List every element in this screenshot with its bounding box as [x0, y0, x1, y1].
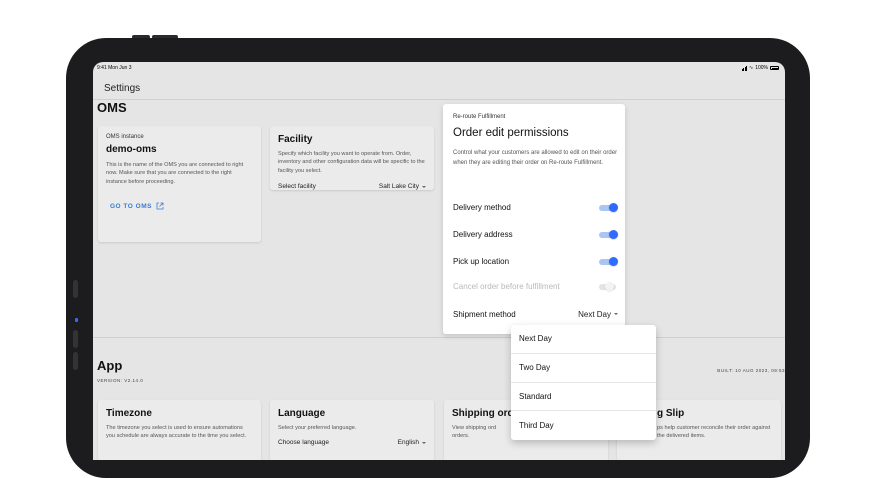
facility-select-label: Select facility — [278, 183, 316, 191]
app-section-title: App — [97, 358, 123, 373]
camera-indicator — [75, 318, 78, 322]
language-select-label: Choose language — [278, 439, 329, 447]
order-edit-permissions-card: Re-route Fulfillment Order edit permissi… — [443, 104, 625, 334]
signal-icon — [741, 65, 747, 71]
shipment-method-select[interactable]: Shipment method Next Day — [453, 306, 618, 322]
language-select[interactable]: Choose language English — [278, 439, 426, 446]
toggle-label: Delivery address — [453, 229, 513, 239]
shipping-orders-desc: View shipping ord orders. — [452, 425, 497, 440]
packing-slip-title: g Slip — [657, 408, 685, 419]
oms-instance-desc: This is the name of the OMS you are conn… — [106, 162, 244, 185]
facility-select[interactable]: Select facility Salt Lake City — [278, 183, 426, 190]
status-time: 9:41 — [97, 65, 107, 71]
chevron-down-icon — [422, 185, 426, 188]
timezone-card: Timezone The timezone you select is used… — [98, 400, 261, 460]
status-bar: 9:41 Mon Jun 3 ∿ 100% — [93, 62, 785, 74]
toggle-label: Delivery method — [453, 202, 511, 212]
language-card: Language Select your preferred language.… — [270, 400, 434, 460]
shipment-method-label: Shipment method — [453, 309, 516, 319]
menu-item-next-day[interactable]: Next Day — [511, 325, 656, 354]
oms-instance-card: OMS instance demo-oms This is the name o… — [98, 126, 261, 242]
delivery-address-toggle[interactable] — [599, 230, 618, 239]
status-time-date: 9:41 Mon Jun 3 — [97, 65, 131, 71]
go-to-oms-link[interactable]: GO TO OMS — [110, 202, 253, 210]
chevron-down-icon — [614, 313, 618, 315]
delivery-method-toggle[interactable] — [599, 203, 618, 212]
language-title: Language — [278, 408, 326, 419]
status-date: Mon Jun 3 — [108, 65, 132, 71]
chevron-down-icon — [422, 441, 426, 444]
toggle-label: Cancel order before fulfillment — [453, 281, 560, 291]
battery-percent: 100% — [755, 65, 768, 71]
side-button — [73, 330, 78, 348]
app-build-date: BUILT: 10 AUG 2023, 09:53 — [717, 368, 785, 373]
toggle-row-delivery-address[interactable]: Delivery address — [453, 226, 618, 242]
oms-section-title: OMS — [97, 100, 127, 115]
shipment-method-value-wrap: Next Day — [578, 310, 618, 319]
app-screen: 9:41 Mon Jun 3 ∿ 100% Settings OMS OMS i… — [93, 62, 785, 460]
facility-title: Facility — [278, 134, 313, 145]
reroute-desc: Control what your customers are allowed … — [453, 150, 618, 166]
menu-item-two-day[interactable]: Two Day — [511, 354, 656, 383]
battery-icon — [770, 66, 779, 70]
status-indicators: ∿ 100% — [741, 65, 779, 71]
toggle-row-cancel-order: Cancel order before fulfillment — [453, 278, 618, 294]
reroute-title: Order edit permissions — [453, 127, 569, 139]
cancel-order-toggle — [599, 282, 618, 291]
timezone-desc: The timezone you select is used to ensur… — [106, 425, 247, 440]
app-version: VERSION: V2.14.0 — [97, 378, 144, 383]
language-select-value-wrap: English — [398, 439, 426, 446]
page-title: Settings — [104, 83, 141, 94]
toggle-row-delivery-method[interactable]: Delivery method — [453, 199, 618, 215]
language-select-value: English — [397, 439, 419, 447]
side-button — [73, 352, 78, 370]
oms-instance-name: demo-oms — [106, 144, 157, 155]
toggle-row-pickup-location[interactable]: Pick up location — [453, 253, 618, 269]
toolbar: Settings — [93, 74, 785, 100]
facility-select-value-wrap: Salt Lake City — [379, 183, 426, 190]
facility-card: Facility Specify which facility you want… — [270, 126, 434, 190]
open-external-icon — [156, 202, 164, 210]
menu-item-third-day[interactable]: Third Day — [511, 411, 656, 440]
wifi-icon: ∿ — [749, 65, 754, 71]
oms-instance-kicker: OMS instance — [106, 134, 144, 140]
reroute-kicker: Re-route Fulfillment — [453, 114, 506, 120]
shipment-method-value: Next Day — [578, 309, 611, 319]
go-to-oms-label: GO TO OMS — [110, 202, 152, 210]
toggle-label: Pick up location — [453, 256, 510, 266]
pickup-location-toggle[interactable] — [599, 257, 618, 266]
menu-item-standard[interactable]: Standard — [511, 383, 656, 412]
facility-desc: Specify which facility you want to opera… — [278, 151, 425, 174]
timezone-title: Timezone — [106, 408, 152, 419]
side-button — [73, 280, 78, 298]
language-desc: Select your preferred language. — [278, 425, 357, 431]
shipment-method-menu: Next Day Two Day Standard Third Day — [511, 325, 656, 440]
section-divider — [93, 337, 785, 338]
facility-select-value: Salt Lake City — [378, 183, 419, 191]
